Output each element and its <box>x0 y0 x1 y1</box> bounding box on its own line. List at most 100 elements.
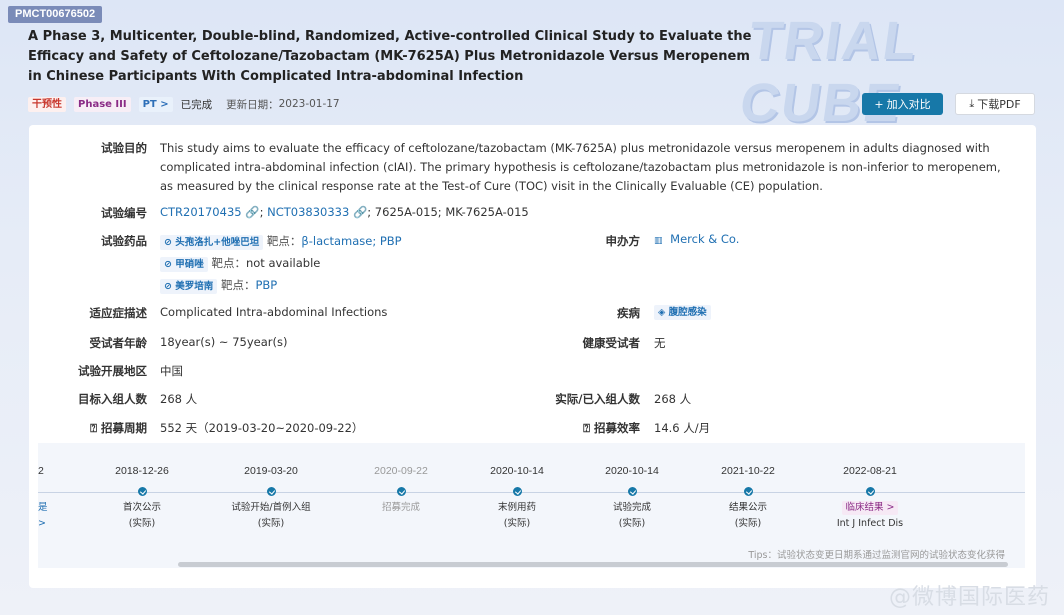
disease-chip[interactable]: ◈ 腹腔感染 <box>654 305 711 320</box>
timeline-sub: (实际) <box>257 518 285 529</box>
nct-link[interactable]: NCT03830333 <box>267 205 349 219</box>
recruit-rate-value: 14.6 人/月 <box>654 421 711 435</box>
help-icon[interactable]: ⍰ <box>583 421 594 435</box>
building-icon: ▥ <box>654 236 663 246</box>
target-label: 靶点： <box>266 234 302 248</box>
tag-phase: Phase III <box>74 96 131 112</box>
drug-chip[interactable]: ⊘ 头孢洛扎+他唑巴坦 <box>160 235 264 250</box>
drug-name: 头孢洛扎+他唑巴坦 <box>175 237 260 248</box>
timeline-date: 2019-03-20 <box>244 465 298 477</box>
disease-label: 疾病 <box>617 306 640 320</box>
plus-icon: + <box>874 97 884 111</box>
weibo-watermark: @微博国际医药 <box>888 585 1050 610</box>
trialcube-logo: TRIAL CUBE <box>736 11 922 133</box>
timeline-partial-link[interactable]: 是 > <box>38 500 58 532</box>
timeline-name: 招募完成 <box>381 502 420 513</box>
timeline-scrollbar[interactable] <box>178 562 1008 567</box>
age-label: 受试者年龄 <box>89 336 148 350</box>
trial-number-label: 试验编号 <box>101 206 147 220</box>
update-label: 更新日期： <box>226 98 279 111</box>
drug-row-1: ⊘ 头孢洛扎+他唑巴坦 靶点：β-lactamase; PBP <box>160 233 402 250</box>
link-icon: ⊘ <box>164 281 176 292</box>
recruit-period-label: ⍰ 招募周期 <box>29 420 147 436</box>
sponsor-label: 申办方 <box>605 234 641 248</box>
page-title: A Phase 3, Multicenter, Double-blind, Ra… <box>28 29 752 84</box>
check-icon <box>396 487 406 496</box>
timeline-item: 2020-10-14 试验完成 (实际) <box>572 465 692 532</box>
actual-enroll-label: 实际/已入组人数 <box>555 392 640 406</box>
drug-target[interactable]: PBP <box>255 278 277 292</box>
status-badge: 已完成 <box>180 98 213 111</box>
purpose-label: 试验目的 <box>101 141 147 155</box>
trial-detail-page: PMCT00676502 TRIAL CUBE A Phase 3, Multi… <box>0 0 1064 615</box>
timeline-item: 2018-12-26 首次公示 (实际) <box>82 465 202 532</box>
check-icon <box>627 487 637 496</box>
ctr-link[interactable]: CTR20170435 <box>160 205 242 219</box>
drug-chip[interactable]: ⊘ 美罗培南 <box>160 279 218 294</box>
timeline-date: 2021-10-22 <box>721 465 775 477</box>
check-icon <box>865 487 875 496</box>
drug-label: 试验药品 <box>101 234 147 248</box>
trial-id-badge: PMCT00676502 <box>8 6 103 23</box>
id-separator: ; <box>259 205 268 219</box>
timeline-name: 首次公示 <box>122 502 161 513</box>
sponsor-value[interactable]: ▥ Merck & Co. <box>654 232 739 246</box>
timeline-item: 2020-10-14 末例用药 (实际) <box>457 465 577 532</box>
sponsor-link[interactable]: Merck & Co. <box>670 232 739 246</box>
link-icon: 🔗 <box>352 205 368 219</box>
update-date: 2023-01-17 <box>278 98 340 110</box>
age-value: 18year(s) ~ 75year(s) <box>160 335 288 349</box>
add-compare-button[interactable]: + 加入对比 <box>862 93 943 115</box>
target-label: 靶点： <box>220 278 256 292</box>
timeline-sub: (实际) <box>128 518 156 529</box>
drug-target[interactable]: β-lactamase; PBP <box>301 234 401 248</box>
timeline-date: 2020-10-14 <box>490 465 544 477</box>
diamond-icon: ◈ <box>658 307 669 318</box>
id-rest: ; 7625A-015; MK-7625A-015 <box>367 205 529 219</box>
timeline-item: 2020-09-22 招募完成 <box>341 465 461 516</box>
actual-enroll-value: 268 人 <box>654 392 692 406</box>
timeline-date: 2018-12-26 <box>115 465 169 477</box>
recruit-rate-text: 招募效率 <box>594 421 640 435</box>
link-icon: 🔗 <box>245 205 260 219</box>
timeline-sub: (实际) <box>503 518 531 529</box>
status-timeline[interactable]: 2 是 > 2018-12-26 首次公示 (实际) 2019-03-20 试验… <box>38 443 1025 568</box>
timeline-sub: (实际) <box>734 518 762 529</box>
disease-value[interactable]: ◈ 腹腔感染 <box>654 304 711 320</box>
recruit-period-value: 552 天（2019-03-20~2020-09-22） <box>160 421 364 435</box>
clinical-results-link[interactable]: 临床结果 > <box>841 501 899 515</box>
timeline-item: 2022-08-21 临床结果 > Int J Infect Dis <box>810 465 930 532</box>
recruit-rate-label: ⍰ 招募效率 <box>529 420 640 436</box>
meta-row: 干预性 Phase III PT > 已完成 更新日期： 2023-01-17 <box>28 96 340 112</box>
tag-pt[interactable]: PT > <box>138 96 173 112</box>
timeline-date: 2 <box>38 465 44 477</box>
check-icon <box>743 487 753 496</box>
check-icon <box>137 487 147 496</box>
drug-name: 甲硝唑 <box>175 259 204 270</box>
timeline-name: 末例用药 <box>497 502 536 513</box>
region-label: 试验开展地区 <box>78 364 147 378</box>
timeline-sub: Int J Infect Dis <box>836 518 904 529</box>
link-icon: ⊘ <box>164 259 176 270</box>
download-pdf-label: 下载PDF <box>977 98 1021 111</box>
drug-name: 美罗培南 <box>175 281 214 292</box>
link-icon: ⊘ <box>164 237 176 248</box>
timeline-item: 2021-10-22 结果公示 (实际) <box>688 465 808 532</box>
check-icon <box>512 487 522 496</box>
indication-value: Complicated Intra-abdominal Infections <box>160 305 388 319</box>
timeline-date: 2020-09-22 <box>374 465 428 477</box>
help-icon[interactable]: ⍰ <box>90 421 101 435</box>
timeline-sub: (实际) <box>618 518 646 529</box>
download-pdf-button[interactable]: ⤓ 下载PDF <box>955 93 1035 115</box>
purpose-text: This study aims to evaluate the efficacy… <box>160 141 1001 193</box>
add-compare-label: 加入对比 <box>886 98 931 111</box>
timeline-date: 2022-08-21 <box>843 465 897 477</box>
timeline-item: 2019-03-20 试验开始/首例入组 (实际) <box>211 465 331 532</box>
download-icon: ⤓ <box>969 97 975 110</box>
recruit-period-text: 招募周期 <box>101 421 147 435</box>
indication-label: 适应症描述 <box>89 306 148 320</box>
timeline-name: 试验完成 <box>612 502 651 513</box>
timeline-tips: Tips：试验状态变更日期系通过监测官网的试验状态变化获得 <box>748 550 1005 561</box>
target-enroll-value: 268 人 <box>160 392 198 406</box>
drug-chip[interactable]: ⊘ 甲硝唑 <box>160 257 208 272</box>
